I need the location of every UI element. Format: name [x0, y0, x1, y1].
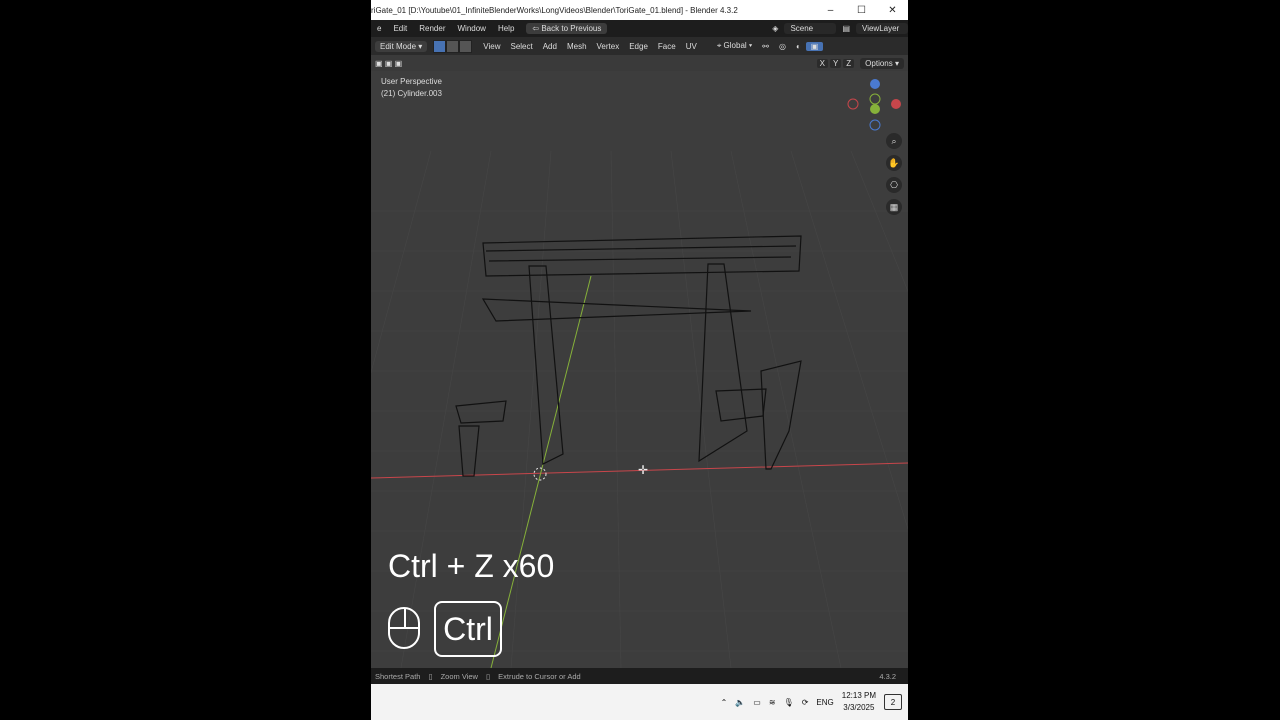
- vertex-select-icon[interactable]: [433, 39, 447, 53]
- viewlayer-selector[interactable]: ViewLayer: [856, 23, 908, 34]
- back-icon: ⇦: [532, 24, 542, 33]
- back-to-previous-button[interactable]: ⇦ Back to Previous: [526, 23, 608, 34]
- system-tray: ⌃ 🔈 ▭ ≋ 🎙 ⟳ ENG 12:13 PM 3/3/2025 2: [721, 690, 902, 714]
- status-extrude: Extrude to Cursor or Add: [498, 671, 581, 681]
- status-shortest-path: Shortest Path: [375, 671, 421, 681]
- version-label: 4.3.2: [879, 671, 896, 681]
- header-menu-view[interactable]: View: [478, 42, 505, 51]
- options-dropdown[interactable]: Options ▾: [860, 57, 904, 69]
- orientation-label: Global: [723, 41, 747, 50]
- orientation-dropdown[interactable]: ⌖ Global ▾: [712, 41, 757, 51]
- header-menu-vertex[interactable]: Vertex: [592, 42, 625, 51]
- viewport-nav-tools: ⌕ ✋ ⎔ ▦: [886, 133, 902, 215]
- header-menu-select[interactable]: Select: [505, 42, 537, 51]
- overlay-icon[interactable]: ◐: [791, 42, 806, 51]
- close-button[interactable]: ✕: [877, 5, 908, 16]
- xray-icon[interactable]: ▣: [805, 41, 824, 51]
- torii-gate-mesh: [455, 235, 802, 477]
- select-mode-buttons: [433, 39, 473, 53]
- speaker-icon[interactable]: 🔈: [735, 698, 745, 707]
- viewlayer-icon: ▤: [842, 24, 850, 33]
- mouse-cursor-icon: ✛: [638, 463, 649, 477]
- clock[interactable]: 12:13 PM 3/3/2025: [842, 690, 876, 714]
- mode-label: Edit Mode: [380, 41, 417, 51]
- mouse-right-icon: ▯: [485, 671, 491, 681]
- network-icon[interactable]: ▭: [753, 698, 761, 707]
- floor-grid: [371, 150, 908, 668]
- language-indicator[interactable]: ENG: [816, 698, 833, 707]
- scene-icon: ◈: [772, 24, 779, 33]
- microphone-icon[interactable]: 🎙: [784, 698, 794, 707]
- mouse-icon: [388, 607, 420, 649]
- clock-time: 12:13 PM: [841, 691, 876, 700]
- wifi-icon[interactable]: ≋: [769, 698, 776, 707]
- scene-selector[interactable]: Scene: [784, 23, 837, 34]
- snap-icon[interactable]: ⚯: [757, 42, 774, 51]
- windows-taskbar: ⌃ 🔈 ▭ ≋ 🎙 ⟳ ENG 12:13 PM 3/3/2025 2: [371, 684, 908, 720]
- mirror-axes: X Y Z: [816, 58, 855, 68]
- maximize-button[interactable]: ☐: [846, 5, 877, 16]
- mirror-y-button[interactable]: Y: [829, 58, 842, 68]
- face-select-icon[interactable]: [459, 39, 473, 53]
- status-bar: Shortest Path ▯ Zoom View ▯ Extrude to C…: [371, 668, 908, 684]
- mode-dropdown[interactable]: Edit Mode ▾: [375, 40, 428, 52]
- mouse-middle-icon: ▯: [428, 671, 433, 681]
- hand-icon[interactable]: ✋: [886, 155, 902, 171]
- header-menu-uv[interactable]: UV: [681, 42, 702, 51]
- top-menu-bar: e Edit Render Window Help ⇦ Back to Prev…: [371, 20, 908, 37]
- camera-icon[interactable]: ⎔: [886, 177, 902, 193]
- proportional-edit-icon[interactable]: ◎: [774, 42, 791, 51]
- tool-icons[interactable]: ▣ ▣ ▣: [371, 59, 402, 68]
- navigation-gizmo[interactable]: [847, 79, 901, 131]
- perspective-label: User Perspective: [381, 77, 442, 86]
- tool-header: ▣ ▣ ▣ X Y Z Options ▾: [371, 55, 908, 71]
- shortcut-overlay-text: Ctrl + Z x60: [388, 548, 555, 584]
- notification-icon[interactable]: 2: [884, 694, 902, 710]
- menu-render[interactable]: Render: [413, 24, 451, 33]
- menu-help[interactable]: Help: [492, 24, 520, 33]
- status-zoom-view: Zoom View: [440, 671, 478, 681]
- minimize-button[interactable]: –: [815, 5, 846, 16]
- chevron-up-icon[interactable]: ⌃: [721, 698, 728, 707]
- window-title: riGate_01 [D:\Youtube\01_InfiniteBlender…: [371, 5, 738, 15]
- back-label: Back to Previous: [541, 24, 602, 33]
- zoom-icon[interactable]: ⌕: [886, 133, 902, 149]
- menu-edit[interactable]: Edit: [387, 24, 413, 33]
- title-bar: riGate_01 [D:\Youtube\01_InfiniteBlender…: [371, 0, 908, 20]
- header-menu-face[interactable]: Face: [653, 42, 681, 51]
- edge-select-icon[interactable]: [446, 39, 460, 53]
- ctrl-key-indicator: Ctrl: [434, 601, 502, 657]
- viewport-header: Edit Mode ▾ View Select Add Mesh Vertex …: [371, 37, 908, 55]
- sync-icon[interactable]: ⟳: [802, 698, 809, 707]
- header-menu-add[interactable]: Add: [538, 42, 562, 51]
- grid-icon[interactable]: ▦: [886, 199, 902, 215]
- header-menu-edge[interactable]: Edge: [624, 42, 653, 51]
- blender-window: riGate_01 [D:\Youtube\01_InfiniteBlender…: [371, 0, 908, 720]
- clock-date: 3/3/2025: [843, 703, 875, 712]
- menu-window[interactable]: Window: [452, 24, 492, 33]
- object-label: (21) Cylinder.003: [381, 89, 442, 98]
- menu-file[interactable]: e: [371, 24, 387, 33]
- header-menu-mesh[interactable]: Mesh: [562, 42, 592, 51]
- mirror-z-button[interactable]: Z: [843, 58, 855, 68]
- mirror-x-button[interactable]: X: [816, 58, 828, 68]
- options-label: Options: [865, 58, 893, 68]
